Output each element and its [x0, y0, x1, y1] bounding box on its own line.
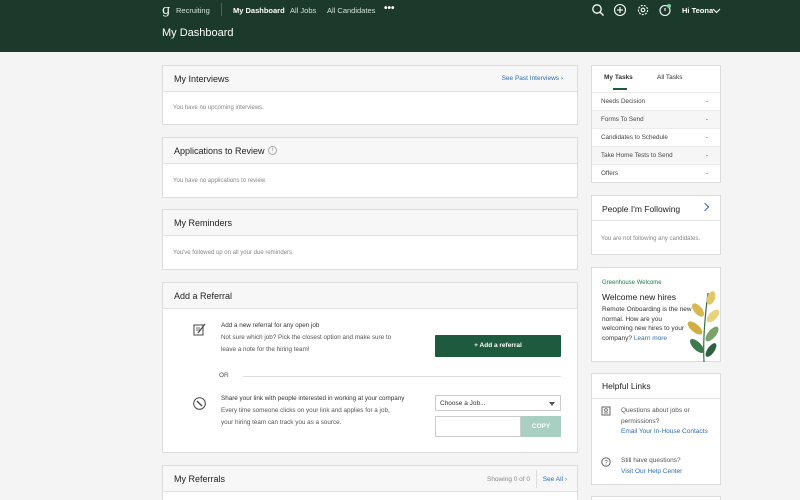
help-center-link[interactable]: Visit Our Help Center [621, 468, 682, 475]
task-label: Candidates to Schedule [601, 134, 668, 141]
new-referral-lead: Add a new referral for any open job [221, 322, 320, 329]
reminders-card: My Reminders You've followed up on all y… [162, 209, 578, 270]
top-navigation-bar: ɡ Recruiting My Dashboard All Jobs All C… [0, 0, 800, 52]
choose-job-value: Choose a Job... [440, 400, 486, 407]
interviews-title: My Interviews [174, 74, 230, 84]
copy-link-button[interactable]: COPY [521, 416, 561, 437]
applications-card: Applications to Review i You have no app… [162, 137, 578, 198]
task-row-offers[interactable]: Offers - [592, 164, 720, 182]
new-referral-body-1: Not sure which job? Pick the closest opt… [221, 334, 392, 341]
task-count: - [705, 116, 708, 123]
referral-card-header: Add a Referral [163, 283, 577, 309]
or-divider-label: OR [219, 372, 229, 379]
nav-all-candidates[interactable]: All Candidates [327, 6, 375, 15]
settings-icon[interactable] [636, 3, 650, 17]
tab-my-tasks[interactable]: My Tasks [604, 74, 633, 81]
add-referral-button[interactable]: + Add a referral [435, 335, 561, 357]
task-row-forms-to-send[interactable]: Forms To Send - [592, 110, 720, 128]
new-referral-body-2: leave a note for the hiring team! [221, 346, 310, 353]
reminders-title: My Reminders [174, 218, 233, 228]
nav-divider [221, 3, 222, 16]
following-empty-text: You are not following any candidates. [601, 236, 701, 242]
task-label: Offers [601, 170, 619, 177]
help-question-2: Still have questions? Visit Our Help Cen… [621, 456, 711, 477]
referrals-count: Showing 0 of 0 [487, 476, 531, 483]
or-divider-line [243, 376, 561, 377]
share-link-text: Share your link with people interested i… [221, 393, 404, 429]
applications-empty-text: You have no applications to review. [173, 178, 267, 184]
link-icon [193, 397, 206, 410]
share-link-lead: Share your link with people interested i… [221, 395, 405, 402]
search-icon[interactable] [591, 3, 605, 17]
share-link-body-1: Every time someone clicks on your link a… [221, 407, 390, 414]
active-tab-indicator [613, 88, 627, 90]
help-question-2-text: Still have questions? [621, 457, 681, 464]
welcome-body: Remote Onboarding is the new normal. How… [602, 305, 694, 343]
task-count: - [705, 134, 708, 141]
caret-down-icon [549, 402, 555, 406]
task-label: Forms To Send [601, 116, 644, 123]
referrals-title: My Referrals [174, 474, 226, 484]
helpful-links-title: Helpful Links [602, 381, 651, 391]
task-count: - [705, 152, 708, 159]
reminders-card-header: My Reminders [163, 210, 577, 236]
greenhouse-logo-icon[interactable]: ɡ [162, 3, 170, 18]
learn-more-link[interactable]: Learn more [634, 335, 667, 342]
referral-link-input[interactable] [435, 416, 521, 437]
applications-card-header: Applications to Review i [163, 138, 577, 164]
interviews-card-header: My Interviews See Past Interviews › [163, 66, 577, 92]
referral-title: Add a Referral [174, 291, 233, 301]
notification-icon[interactable] [658, 3, 672, 17]
nav-all-jobs[interactable]: All Jobs [290, 6, 316, 15]
share-link-body-2: your hiring team can track you as a sour… [221, 419, 342, 426]
applications-title: Applications to Review [174, 146, 265, 156]
see-all-referrals-link[interactable]: See All › [543, 476, 567, 483]
help-question-icon: ? [601, 457, 611, 467]
task-row-take-home-tests[interactable]: Take Home Tests to Send - [592, 146, 720, 164]
welcome-kicker: Greenhouse Welcome [602, 280, 662, 286]
tab-all-tasks[interactable]: All Tasks [657, 74, 683, 81]
following-title[interactable]: People I'm Following [602, 204, 680, 214]
plant-illustration-icon [687, 291, 720, 362]
new-referral-text: Add a new referral for any open job Not … [221, 320, 391, 356]
reminders-empty-text: You've followed up on all your due remin… [173, 250, 294, 256]
help-question-1-text: Questions about jobs or permissions? [621, 407, 690, 425]
referrals-card-header: My Referrals Showing 0 of 0 See All › [163, 466, 577, 492]
more-menu-icon[interactable]: ••• [384, 3, 395, 14]
referrals-card: My Referrals Showing 0 of 0 See All › [162, 465, 578, 500]
user-greeting[interactable]: Hi Teona [682, 6, 713, 15]
task-label: Take Home Tests to Send [601, 152, 673, 159]
referrals-divider [536, 470, 537, 488]
task-label: Needs Decision [601, 98, 646, 105]
next-card-edge [591, 496, 721, 500]
info-icon[interactable]: i [268, 146, 277, 155]
interviews-empty-text: You have no upcoming interviews. [173, 105, 264, 111]
nav-my-dashboard[interactable]: My Dashboard [233, 6, 285, 15]
task-count: - [705, 170, 708, 177]
task-count: - [705, 98, 708, 105]
brand-recruiting[interactable]: Recruiting [176, 6, 210, 15]
edit-document-icon [193, 323, 206, 336]
see-past-interviews-link[interactable]: See Past Interviews › [502, 75, 563, 82]
task-row-needs-decision[interactable]: Needs Decision - [592, 92, 720, 110]
chevron-down-icon[interactable] [712, 8, 721, 14]
page-title: My Dashboard [162, 27, 234, 39]
welcome-title: Welcome new hires [602, 292, 677, 302]
add-icon[interactable] [613, 3, 627, 17]
task-row-candidates-to-schedule[interactable]: Candidates to Schedule - [592, 128, 720, 146]
contact-card-icon [601, 406, 611, 416]
help-question-1: Questions about jobs or permissions? Ema… [621, 406, 711, 438]
choose-job-select[interactable]: Choose a Job... [435, 395, 561, 411]
interviews-card: My Interviews See Past Interviews › You … [162, 65, 578, 125]
email-contacts-link[interactable]: Email Your In-House Contacts [621, 428, 708, 435]
